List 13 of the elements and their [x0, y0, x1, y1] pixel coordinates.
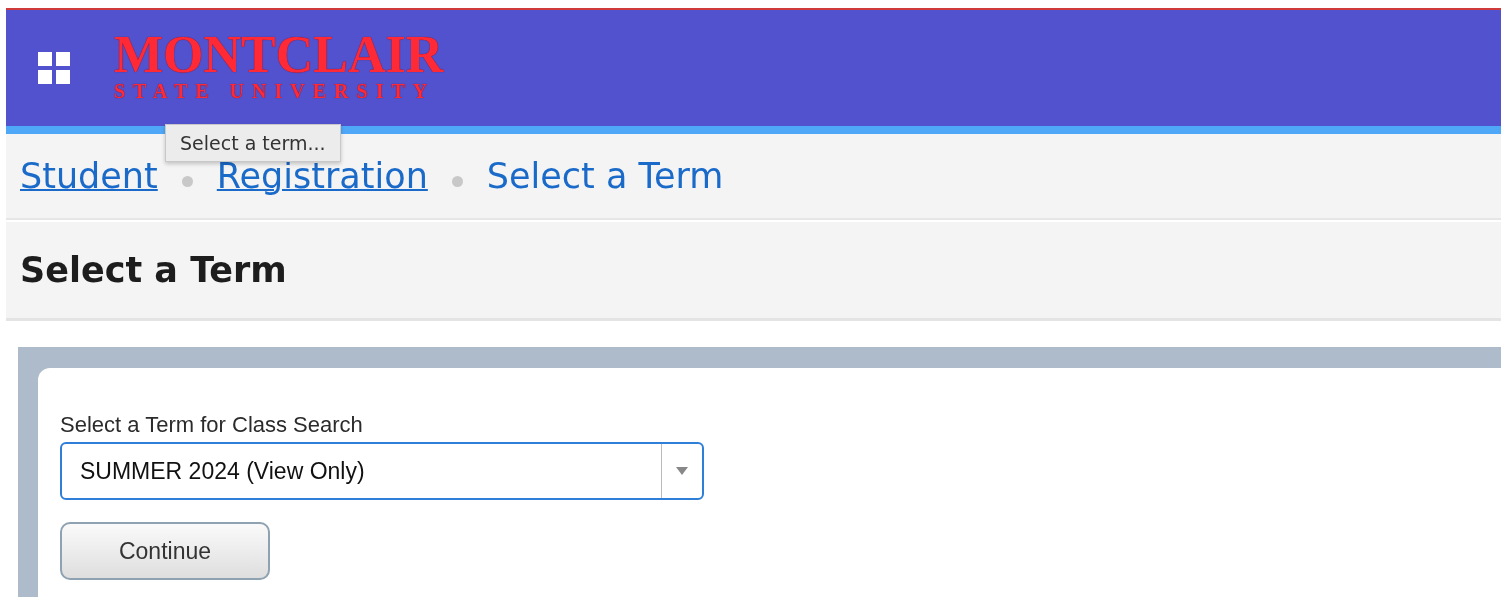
field-label: Select a Term for Class Search: [60, 412, 364, 438]
logo-title: MONTCLAIR: [114, 30, 444, 80]
separator-dot: [451, 175, 463, 187]
term-select[interactable]: SUMMER 2024 (View Only): [60, 442, 704, 500]
breadcrumb-link[interactable]: Student: [20, 156, 158, 196]
page-title: Select a Term: [20, 250, 287, 290]
logo-subtitle: STATE UNIVERSITY: [114, 80, 437, 102]
continue-button[interactable]: Continue: [60, 522, 270, 580]
separator-dot: [181, 175, 193, 187]
caret-icon: [676, 467, 688, 475]
tooltip: Select a term...: [165, 124, 341, 162]
grid-icon[interactable]: [38, 52, 70, 84]
breadcrumb-current[interactable]: Select a Term: [486, 156, 724, 196]
